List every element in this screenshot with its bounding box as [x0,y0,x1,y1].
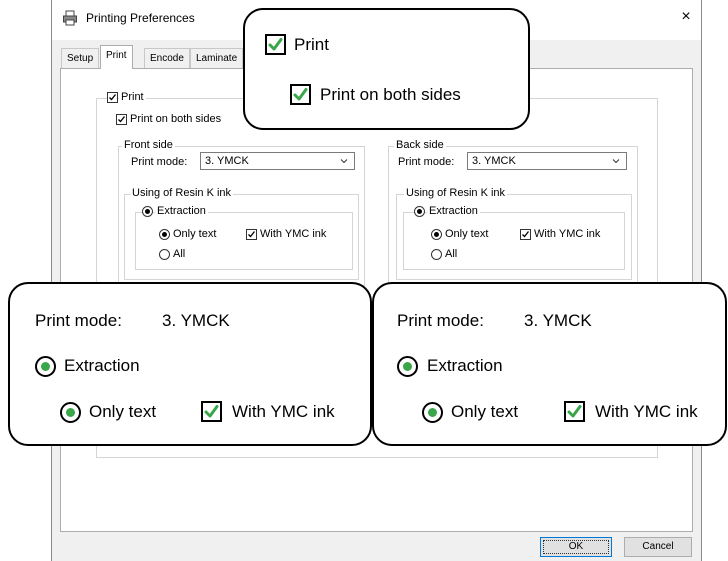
window-title: Printing Preferences [86,11,195,25]
back-all-radio[interactable] [431,249,442,260]
callout-back-with-ymc-label: With YMC ink [595,402,698,421]
front-extraction-label: Extraction [155,205,208,217]
callout-front-print-mode-value: 3. YMCK [162,311,230,330]
front-with-ymc-label: With YMC ink [260,228,327,240]
front-all-label: All [173,248,186,260]
back-all-label: All [445,248,458,260]
front-extraction-group [135,212,353,270]
front-print-mode-label: Print mode: [131,156,188,168]
callout-back-extraction-label: Extraction [427,356,503,375]
back-print-mode-select[interactable]: 3. YMCK [467,152,627,170]
callout-print-label: Print [294,35,329,54]
ok-button[interactable]: OK [540,537,612,557]
callout-front-with-ymc-label: With YMC ink [232,402,335,421]
back-extraction-radio[interactable] [414,206,425,217]
callout-back-print-mode-value: 3. YMCK [524,311,592,330]
printer-icon [62,10,78,26]
callout-both-sides-label: Print on both sides [320,85,461,104]
back-side-label: Back side [394,139,446,151]
tab-laminate[interactable]: Laminate [190,48,244,68]
tab-encode[interactable]: Encode [144,48,190,68]
front-extraction-radio[interactable] [142,206,153,217]
back-extraction-label: Extraction [427,205,480,217]
back-only-text-label: Only text [445,228,489,240]
print-both-sides-checkbox[interactable] [116,114,127,125]
callout-front-extraction-label: Extraction [64,356,140,375]
print-both-sides-label: Print on both sides [130,113,222,125]
callout-back-extraction-radio-icon [397,356,418,377]
tab-print[interactable]: Print [100,45,133,69]
callout-back-only-text-radio-icon [422,402,443,423]
front-only-text-label: Only text [173,228,217,240]
front-print-mode-value: 3. YMCK [205,155,249,167]
back-with-ymc-label: With YMC ink [534,228,601,240]
callout-front-with-ymc-checkbox-icon [201,401,222,422]
callout-both-sides-checkbox-icon [290,84,311,105]
front-print-mode-select[interactable]: 3. YMCK [200,152,355,170]
tab-setup[interactable]: Setup [61,48,100,68]
cancel-button[interactable]: Cancel [624,537,692,557]
chevron-down-icon [612,159,620,164]
callout-front-extraction-radio-icon [35,356,56,377]
front-all-radio[interactable] [159,249,170,260]
back-extraction-group [403,212,625,270]
front-resin-label: Using of Resin K ink [130,187,234,199]
back-with-ymc-checkbox[interactable] [520,229,531,240]
cancel-label: Cancel [642,541,674,552]
front-only-text-radio[interactable] [159,229,170,240]
front-side-label: Front side [122,139,175,151]
chevron-down-icon [340,159,348,164]
back-resin-label: Using of Resin K ink [404,187,508,199]
callout-front-only-text-label: Only text [89,402,157,421]
print-checkbox[interactable] [107,92,118,103]
close-icon[interactable]: × [675,6,697,28]
callout-back-only-text-label: Only text [451,402,519,421]
back-only-text-radio[interactable] [431,229,442,240]
callout-front-print-mode-label: Print mode: [35,311,122,330]
print-label: Print [119,91,146,103]
back-print-mode-value: 3. YMCK [472,155,516,167]
callout-print-checkbox-icon [265,34,286,55]
callout-back-print-mode-label: Print mode: [397,311,484,330]
callout-front-only-text-radio-icon [60,402,81,423]
focus-rectangle [543,540,609,554]
callout-back-with-ymc-checkbox-icon [564,401,585,422]
front-with-ymc-checkbox[interactable] [246,229,257,240]
back-print-mode-label: Print mode: [398,156,455,168]
callout-print-options [243,8,530,130]
